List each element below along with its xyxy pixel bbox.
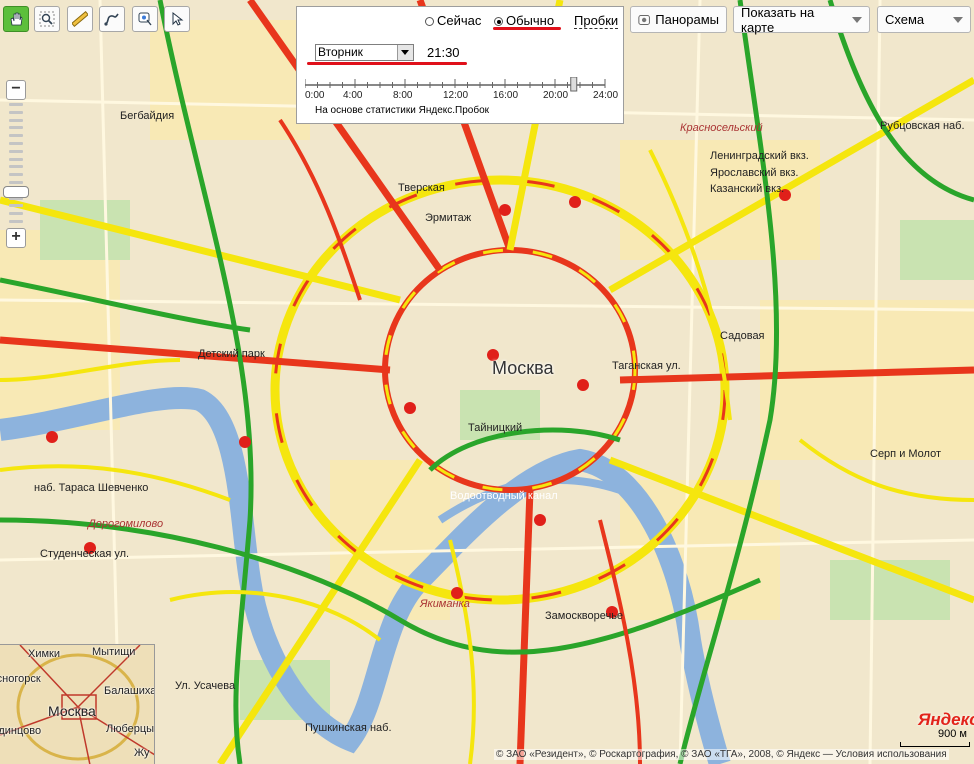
magnifier-tool-button[interactable] <box>34 6 60 32</box>
zoom-slider-thumb[interactable] <box>3 186 29 198</box>
zoom-tick[interactable] <box>9 173 23 177</box>
chevron-down-icon <box>397 45 413 60</box>
usual-label: Обычно <box>506 13 555 28</box>
minimap-label: Жу <box>134 747 150 759</box>
minimap-label: Химки <box>28 648 61 660</box>
time-tick-label: 24:00 <box>593 90 619 101</box>
traffic-title[interactable]: Пробки <box>574 13 619 29</box>
map-label-zamoskvorechye: Замоскворечье <box>545 610 624 622</box>
map-label-tainitsky: Тайницкий <box>468 422 523 434</box>
zoom-tick[interactable] <box>9 126 23 130</box>
now-label: Сейчас <box>437 13 482 28</box>
placemark-icon <box>138 12 152 26</box>
annotation-underline-usual <box>493 27 561 30</box>
map-label-serp-molot: Серп и Молот <box>870 448 942 460</box>
zoom-tick[interactable] <box>9 149 23 153</box>
map-label-dorogomilovo: Дорогомилово <box>88 518 164 530</box>
zoom-in-button[interactable]: + <box>6 228 26 248</box>
map-label-sadovaya: Садовая <box>720 330 765 342</box>
scale-label: 900 м <box>938 728 967 740</box>
route-tool-button[interactable] <box>99 6 125 32</box>
zoom-slider-track[interactable] <box>9 103 23 227</box>
traffic-now-option[interactable]: Сейчас <box>425 13 481 28</box>
zoom-tick[interactable] <box>9 142 23 145</box>
magnifier-icon <box>39 11 55 27</box>
show-on-map-label: Показать на карте <box>741 4 815 35</box>
map-label-yakimanka: Якиманка <box>420 598 470 610</box>
map-label-tagansky: Таганская ул. <box>612 360 681 372</box>
chevron-down-icon <box>852 16 862 23</box>
ruler-tool-button[interactable] <box>67 6 93 32</box>
zoom-tick[interactable] <box>9 157 23 161</box>
overview-minimap[interactable]: Химки Мытищи Красногорск Москва Балашиха… <box>0 644 155 764</box>
day-value: Вторник <box>318 45 363 59</box>
map-label-kazansky: Казанский вкз. <box>710 183 785 195</box>
scale-bar <box>900 742 970 747</box>
ruler-icon <box>72 11 88 27</box>
zoom-tick[interactable] <box>9 134 23 138</box>
zoom-tick[interactable] <box>9 103 23 106</box>
time-slider-thumb <box>570 77 578 92</box>
zoom-tick[interactable] <box>9 118 23 122</box>
traffic-usual-option[interactable]: Обычно <box>494 13 554 28</box>
map-label-ermitazh: Эрмитаж <box>425 212 472 224</box>
map-label-studencheskaya: Студенческая ул. <box>40 548 130 560</box>
panoramas-button[interactable]: Панорамы <box>630 6 727 33</box>
zoom-tick[interactable] <box>9 212 23 216</box>
show-on-map-dropdown[interactable]: Показать на карте <box>733 4 870 35</box>
time-tick-label: 0:00 <box>305 90 325 101</box>
map-label-usacheva: Ул. Усачева <box>175 680 236 692</box>
time-tick-label: 20:00 <box>543 90 569 101</box>
copyright[interactable]: © ЗАО «Резидент», © Роскартография, © ЗА… <box>494 749 949 760</box>
time-tick-label: 8:00 <box>393 90 413 101</box>
zoom-tick[interactable] <box>9 204 23 208</box>
map-type-dropdown[interactable]: Схема <box>877 6 971 33</box>
minimap-label: Мытищи <box>92 646 136 658</box>
pointer-icon <box>172 11 184 26</box>
annotation-underline-day <box>307 62 467 65</box>
minimap-label: Москва <box>48 703 96 719</box>
map-label-rubtsovskaya: Рубцовская наб. <box>880 120 965 132</box>
map-label-leningradsky: Ленинградский вкз. <box>710 150 809 162</box>
time-tick-label: 16:00 <box>493 90 519 101</box>
minimap-label: Красногорск <box>0 673 41 685</box>
placemark-tool-button[interactable] <box>132 6 158 32</box>
map-label-krasnoselsky: Красносельский <box>680 122 763 134</box>
map-type-label: Схема <box>885 12 925 27</box>
traffic-panel: Сейчас Обычно Пробки Вторник 21:30 0:00 4… <box>296 6 624 124</box>
panorama-icon <box>638 14 650 25</box>
minimap-label: Одинцово <box>0 725 42 737</box>
map-label-tverskaya: Тверская <box>398 182 445 194</box>
time-tick-label: 12:00 <box>443 90 469 101</box>
map-label-yaroslavsky: Ярославский вкз. <box>710 167 799 179</box>
time-display: 21:30 <box>427 45 460 60</box>
radio-now[interactable] <box>425 17 434 27</box>
pointer-tool-button[interactable] <box>164 6 190 32</box>
time-tick-label: 4:00 <box>343 90 363 101</box>
chevron-down-icon <box>953 16 963 23</box>
map-label-begbaidiya: Бегбайдия <box>120 110 175 122</box>
minimap-label: Балашиха <box>104 685 155 697</box>
route-icon <box>104 13 119 26</box>
radio-usual[interactable] <box>494 17 503 27</box>
hand-tool-button[interactable] <box>3 6 29 32</box>
map-label-shevchenko: наб. Тараса Шевченко <box>34 482 149 494</box>
map-label-pushkinskaya: Пушкинская наб. <box>305 722 392 734</box>
city-label: Москва <box>492 358 554 378</box>
hand-icon <box>10 12 23 26</box>
panoramas-label: Панорамы <box>655 12 719 27</box>
traffic-caption: На основе статистики Яндекс.Пробок <box>315 105 490 116</box>
map-label-detsky-park: Детский парк <box>198 348 265 360</box>
zoom-tick[interactable] <box>9 165 23 169</box>
yandex-logo: Яндекс <box>918 710 974 729</box>
zoom-out-button[interactable]: − <box>6 80 26 100</box>
day-select[interactable]: Вторник <box>315 44 414 61</box>
zoom-tick[interactable] <box>9 181 23 184</box>
zoom-tick[interactable] <box>9 220 23 223</box>
zoom-tick[interactable] <box>9 110 23 114</box>
map-label-vodootvodny: Водоотводный канал <box>450 490 558 502</box>
minimap-label: Люберцы <box>106 723 155 735</box>
